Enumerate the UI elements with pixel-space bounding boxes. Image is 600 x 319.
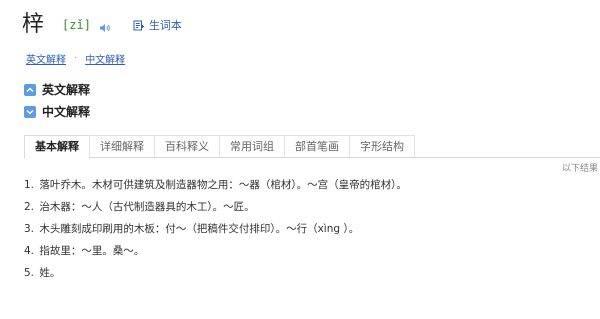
expand-icon	[24, 105, 36, 118]
pinyin: [zǐ]	[62, 18, 91, 32]
wordbook-icon	[133, 20, 144, 30]
item-number: 2.	[24, 201, 35, 213]
list-item: 3. 木头雕刻成印刷用的木板：付～（把稿件交付排印）。～行（xìng ）。	[24, 218, 407, 240]
speaker-icon[interactable]	[99, 19, 111, 32]
tab-common-phrases[interactable]: 常用词组	[219, 135, 285, 157]
item-number: 5.	[24, 267, 35, 279]
list-item: 1. 落叶乔木。木材可供建筑及制造器物之用：～器（棺材）。～宫（皇帝的棺材）。	[24, 174, 407, 196]
definition-text: 木头雕刻成印刷用的木板：付～（把稿件交付排印）。～行（xìng ）。	[39, 223, 360, 235]
results-note: 以下结果	[561, 164, 598, 174]
tab-basic-explanation[interactable]: 基本解释	[24, 135, 90, 159]
tab-radical-strokes[interactable]: 部首笔画	[284, 135, 350, 157]
section-english-explanation[interactable]: 英文解释	[24, 81, 90, 98]
definition-list: 1. 落叶乔木。木材可供建筑及制造器物之用：～器（棺材）。～宫（皇帝的棺材）。 …	[24, 174, 407, 284]
item-number: 3.	[24, 223, 35, 235]
item-number: 1.	[24, 179, 35, 191]
definition-text: 落叶乔木。木材可供建筑及制造器物之用：～器（棺材）。～宫（皇帝的棺材）。	[39, 179, 407, 191]
entry-word: 梓	[22, 12, 45, 37]
link-english-explanation[interactable]: 英文解释	[26, 51, 66, 66]
tab-detailed-explanation[interactable]: 详细解释	[89, 135, 155, 157]
section-chinese-explanation[interactable]: 中文解释	[24, 103, 90, 120]
section-title: 英文解释	[42, 83, 91, 97]
list-item: 2. 治木器：～人（古代制造器具的木工）。～匠。	[24, 196, 407, 218]
link-chinese-explanation[interactable]: 中文解释	[85, 51, 125, 66]
item-number: 4.	[24, 245, 35, 257]
explanation-tabs: 基本解释 详细解释 百科释义 常用词组 部首笔画 字形结构	[24, 135, 600, 159]
list-item: 5. 姓。	[24, 262, 407, 284]
add-to-wordbook-button[interactable]: 生词本	[133, 17, 182, 33]
separator: ·	[74, 53, 78, 64]
definition-text: 姓。	[39, 267, 61, 279]
section-links: 英文解释 · 中文解释	[26, 51, 125, 66]
definition-text: 治木器：～人（古代制造器具的木工）。～匠。	[39, 201, 255, 213]
definition-text: 指故里：～里。桑～。	[39, 245, 145, 257]
section-title: 中文解释	[42, 105, 91, 119]
tab-glyph-structure[interactable]: 字形结构	[349, 135, 415, 157]
collapse-icon	[24, 83, 36, 96]
tab-encyclopedia[interactable]: 百科释义	[154, 135, 220, 157]
list-item: 4. 指故里：～里。桑～。	[24, 240, 407, 262]
entry-header: 梓 [zǐ] 生词本	[22, 10, 182, 40]
wordbook-label: 生词本	[148, 19, 182, 32]
